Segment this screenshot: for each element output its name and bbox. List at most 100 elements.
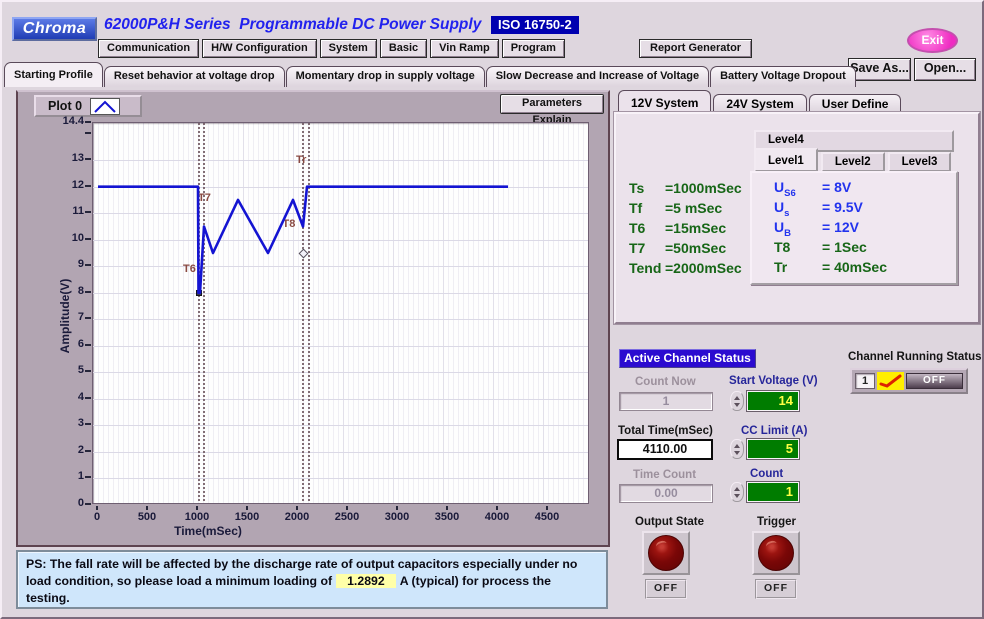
app-window: Chroma 62000P&H Series Programmable DC P… xyxy=(0,0,984,619)
param-value: =1000mSec xyxy=(665,180,742,196)
tab-battery-voltage-dropout[interactable]: Battery Voltage Dropout xyxy=(710,66,856,87)
level-value-name: Tr xyxy=(774,259,822,279)
level-tab-bar: Level1 Level2 Level3 xyxy=(754,148,951,172)
spinner-up-icon[interactable] xyxy=(734,487,740,491)
tab-12v-system[interactable]: 12V System xyxy=(618,90,711,113)
y-tick-label: 11 xyxy=(48,205,84,217)
plot-legend[interactable]: Plot 0 xyxy=(34,95,142,117)
plot-annotation: Tr xyxy=(296,154,306,166)
hw-configuration-button[interactable]: H/W Configuration xyxy=(202,39,317,58)
channel-check-icon[interactable] xyxy=(877,372,904,390)
y-tick-label: 6 xyxy=(48,338,84,350)
level-value: = 8V xyxy=(822,179,851,195)
x-tick-label: 2000 xyxy=(272,511,322,523)
param-value: =15mSec xyxy=(665,220,726,236)
channel-running-state: OFF xyxy=(906,373,963,389)
tab-slow-decrease-increase[interactable]: Slow Decrease and Increase of Voltage xyxy=(486,66,709,87)
system-button[interactable]: System xyxy=(320,39,377,58)
spinner-down-icon[interactable] xyxy=(734,451,740,455)
spinner-down-icon[interactable] xyxy=(734,403,740,407)
y-gridline xyxy=(93,319,588,320)
y-gridline xyxy=(93,399,588,400)
tab-momentary-drop[interactable]: Momentary drop in supply voltage xyxy=(286,66,485,87)
plot-cursor[interactable] xyxy=(198,123,200,504)
basic-button[interactable]: Basic xyxy=(380,39,427,58)
y-gridline xyxy=(93,452,588,453)
chroma-logo: Chroma xyxy=(12,17,97,41)
x-tick-label: 0 xyxy=(72,511,122,523)
y-tick-mark xyxy=(85,132,91,134)
plot-cursor[interactable] xyxy=(302,123,304,504)
report-generator-button[interactable]: Report Generator xyxy=(639,39,752,58)
communication-button[interactable]: Communication xyxy=(98,39,199,58)
exit-button[interactable]: Exit xyxy=(907,28,958,53)
parameters-explain-button[interactable]: Parameters Explain xyxy=(500,94,604,114)
count-field[interactable]: 1 xyxy=(747,482,799,502)
plot-annotation: T6 xyxy=(183,263,196,275)
plot-annotation: T8 xyxy=(283,218,296,230)
x-axis-title: Time(mSec) xyxy=(148,524,268,538)
y-gridline xyxy=(93,346,588,347)
count-control: 1 xyxy=(730,482,799,502)
y-tick-label: 12 xyxy=(48,179,84,191)
count-spinner[interactable] xyxy=(730,482,744,502)
tab-user-define[interactable]: User Define xyxy=(809,94,902,113)
param-name: Tend xyxy=(629,260,665,276)
trigger-knob[interactable] xyxy=(758,535,794,571)
output-state-knob[interactable] xyxy=(648,535,684,571)
spinner-up-icon[interactable] xyxy=(734,396,740,400)
output-state-button-frame xyxy=(642,531,690,575)
start-voltage-spinner[interactable] xyxy=(730,391,744,411)
x-tick-mark xyxy=(196,506,198,510)
waveform-line xyxy=(93,123,589,504)
channel-running-status-widget[interactable]: 1 OFF xyxy=(850,368,968,394)
y-tick-label: 9 xyxy=(48,258,84,270)
y-tick-label: 2 xyxy=(48,444,84,456)
output-state-value: OFF xyxy=(645,579,687,599)
spinner-up-icon[interactable] xyxy=(734,444,740,448)
plot-cursor[interactable] xyxy=(203,123,205,504)
y-tick-mark xyxy=(85,185,91,187)
plot-line-style-icon[interactable] xyxy=(90,98,120,115)
tab-starting-profile[interactable]: Starting Profile xyxy=(4,62,103,87)
trigger-label: Trigger xyxy=(757,516,796,528)
param-name: T7 xyxy=(629,240,665,256)
tab-level3[interactable]: Level3 xyxy=(888,152,952,172)
y-tick-mark xyxy=(85,291,91,293)
total-time-field[interactable]: 4110.00 xyxy=(617,439,713,460)
vin-ramp-button[interactable]: Vin Ramp xyxy=(430,39,499,58)
count-now-label: Count Now xyxy=(635,376,696,388)
param-name: T6 xyxy=(629,220,665,236)
y-tick-mark xyxy=(85,158,91,160)
y-gridline xyxy=(93,160,588,161)
y-tick-mark xyxy=(85,503,91,505)
tab-level1[interactable]: Level1 xyxy=(754,148,818,172)
plot-cursor[interactable] xyxy=(308,123,310,504)
tab-24v-system[interactable]: 24V System xyxy=(713,94,806,113)
x-tick-mark xyxy=(446,506,448,510)
save-as-button[interactable]: Save As... xyxy=(848,58,911,81)
y-gridline xyxy=(93,240,588,241)
x-tick-label: 1000 xyxy=(172,511,222,523)
x-tick-label: 2500 xyxy=(322,511,372,523)
y-tick-mark xyxy=(85,238,91,240)
cc-limit-control: 5 xyxy=(730,439,799,459)
cc-limit-spinner[interactable] xyxy=(730,439,744,459)
cc-limit-field[interactable]: 5 xyxy=(747,439,799,459)
y-tick-label: 4 xyxy=(48,391,84,403)
system-tab-bar: 12V System 24V System User Define xyxy=(618,90,901,113)
program-button[interactable]: Program xyxy=(502,39,565,58)
y-tick-label: 0 xyxy=(48,497,84,509)
start-voltage-control: 14 xyxy=(730,391,799,411)
tab-level2[interactable]: Level2 xyxy=(821,152,885,172)
start-voltage-field[interactable]: 14 xyxy=(747,391,799,411)
tab-reset-behavior[interactable]: Reset behavior at voltage drop xyxy=(104,66,285,87)
y-tick-label: 13 xyxy=(48,152,84,164)
count-now-field: 1 xyxy=(619,392,713,411)
y-tick-mark xyxy=(85,450,91,452)
plot-legend-label: Plot 0 xyxy=(48,99,82,113)
open-button[interactable]: Open... xyxy=(914,58,976,81)
level-value-name: UB xyxy=(774,219,822,239)
param-value: =5 mSec xyxy=(665,200,722,216)
spinner-down-icon[interactable] xyxy=(734,494,740,498)
